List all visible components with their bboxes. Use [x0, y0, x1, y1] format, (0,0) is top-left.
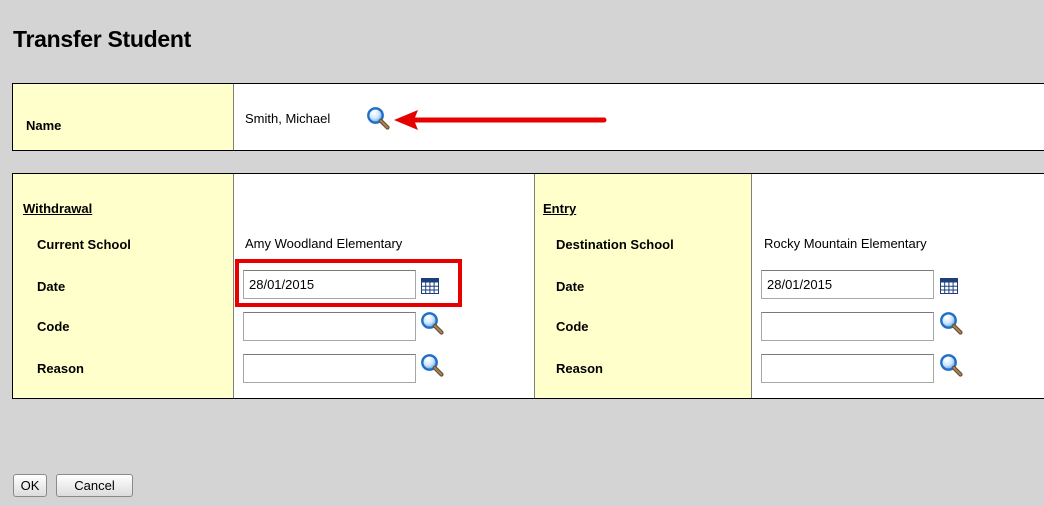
withdrawal-date-field[interactable]: [243, 270, 416, 299]
current-school-label: Current School: [37, 237, 131, 252]
entry-code-field[interactable]: [761, 312, 934, 341]
withdrawal-code-lookup-icon[interactable]: [420, 311, 444, 335]
name-label: Name: [26, 118, 62, 133]
student-name-value: Smith, Michael: [245, 111, 331, 126]
page-title: Transfer Student: [13, 26, 191, 52]
name-label-cell: Name: [13, 84, 234, 150]
entry-reason-label: Reason: [556, 361, 603, 376]
withdrawal-heading: Withdrawal: [23, 201, 93, 216]
annotation-arrow: [394, 110, 607, 130]
entry-reason-field[interactable]: [761, 354, 934, 383]
current-school-value: Amy Woodland Elementary: [245, 236, 403, 251]
withdrawal-reason-lookup-icon[interactable]: [420, 353, 444, 377]
entry-code-lookup-icon[interactable]: [939, 311, 963, 335]
entry-calendar-icon[interactable]: [940, 278, 958, 294]
withdrawal-reason-field[interactable]: [243, 354, 416, 383]
transfer-panel: Withdrawal Current School Amy Woodland E…: [12, 173, 1044, 399]
entry-reason-lookup-icon[interactable]: [939, 353, 963, 377]
entry-heading: Entry: [543, 201, 577, 216]
destination-school-value: Rocky Mountain Elementary: [764, 236, 927, 251]
withdrawal-date-label: Date: [37, 279, 66, 294]
withdrawal-code-field[interactable]: [243, 312, 416, 341]
withdrawal-reason-label: Reason: [37, 361, 84, 376]
cancel-button[interactable]: Cancel: [56, 474, 133, 497]
entry-code-label: Code: [556, 319, 589, 334]
withdrawal-calendar-icon[interactable]: [421, 278, 439, 294]
ok-button[interactable]: OK: [13, 474, 47, 497]
withdrawal-code-label: Code: [37, 319, 70, 334]
magnifier-icon[interactable]: [366, 106, 390, 130]
entry-date-label: Date: [556, 279, 585, 294]
entry-date-field[interactable]: [761, 270, 934, 299]
destination-school-label: Destination School: [556, 237, 674, 252]
